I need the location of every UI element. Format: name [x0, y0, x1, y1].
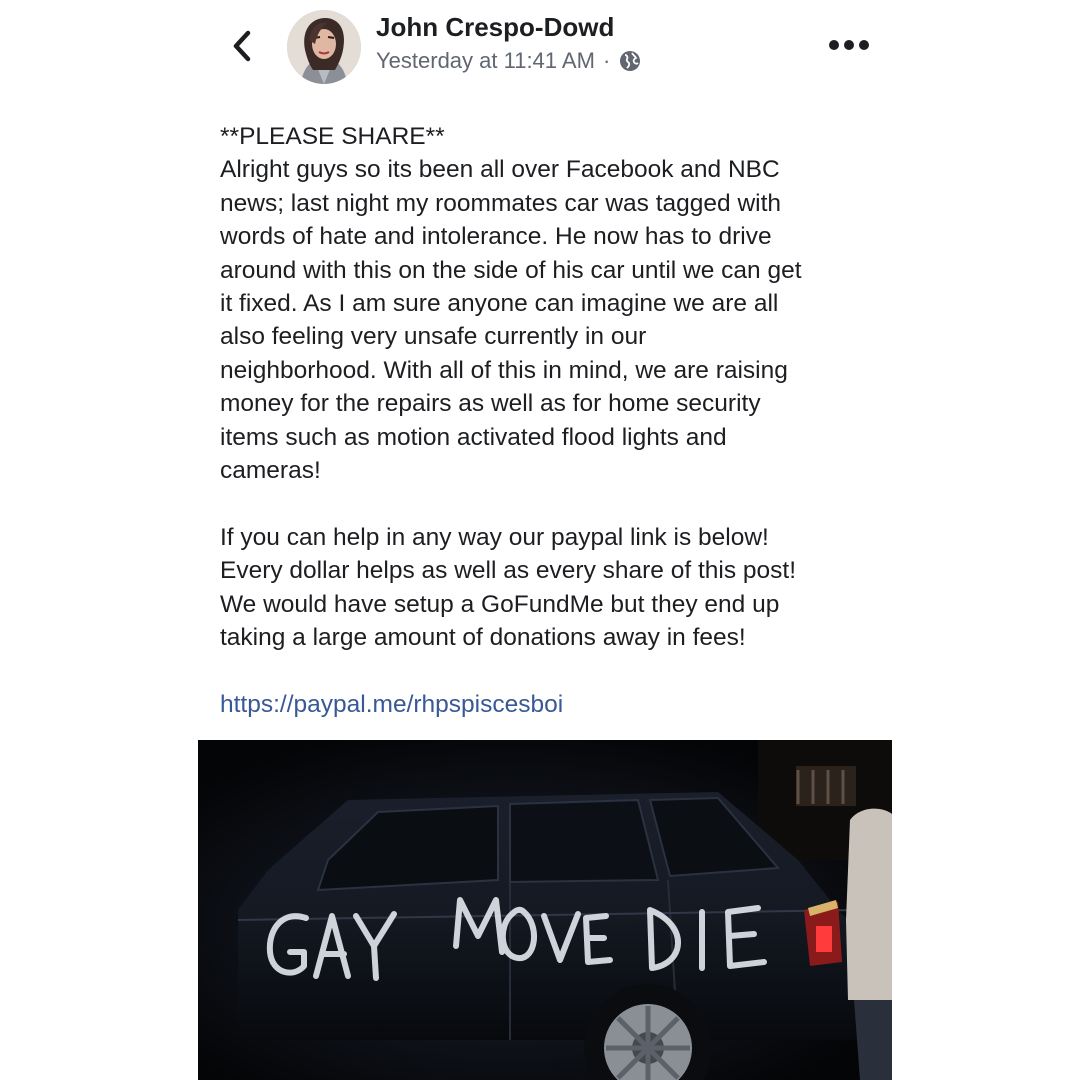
meta-separator: · — [602, 48, 611, 73]
avatar-image — [287, 10, 361, 84]
chevron-left-icon — [233, 30, 251, 62]
post-text-line: Alright guys so its been all over Facebo… — [220, 156, 780, 184]
post-text-line: We would have setup a GoFundMe but they … — [220, 590, 780, 618]
post-text-line: words of hate and intolerance. He now ha… — [220, 223, 772, 251]
post-text-line: around with this on the side of his car … — [220, 256, 802, 284]
vandalized-car-image — [198, 740, 892, 1080]
globe-icon — [618, 49, 642, 73]
more-horizontal-icon — [829, 40, 869, 50]
post-text-line: neighborhood. With all of this in mind, … — [220, 356, 788, 384]
post-text: **PLEASE SHARE** Alright guys so its bee… — [220, 120, 880, 654]
post-meta: Yesterday at 11:41 AM · — [376, 48, 642, 74]
paypal-link[interactable]: https://paypal.me/rhpspiscesboi — [220, 688, 563, 721]
avatar[interactable] — [287, 10, 361, 84]
post-photo[interactable] — [198, 740, 892, 1080]
post-text-line: it fixed. As I am sure anyone can imagin… — [220, 290, 779, 318]
post-text-line: taking a large amount of donations away … — [220, 624, 746, 652]
post-text-line: also feeling very unsafe currently in ou… — [220, 323, 647, 351]
post-text-line: If you can help in any way our paypal li… — [220, 523, 769, 551]
post-text-line: cameras! — [220, 457, 321, 485]
post-screen: John Crespo-Dowd Yesterday at 11:41 AM ·… — [0, 0, 1080, 1080]
post-text-line: money for the repairs as well as for hom… — [220, 390, 761, 418]
post-text-line: Every dollar helps as well as every shar… — [220, 557, 797, 585]
post-text-line: news; last night my roommates car was ta… — [220, 189, 782, 217]
post-text-line: **PLEASE SHARE** — [220, 123, 445, 150]
more-options-button[interactable] — [825, 30, 873, 60]
post-timestamp[interactable]: Yesterday at 11:41 AM — [376, 48, 595, 74]
post-text-line: items such as motion activated flood lig… — [220, 423, 727, 451]
author-name[interactable]: John Crespo-Dowd — [376, 12, 614, 43]
back-button[interactable] — [222, 26, 262, 66]
